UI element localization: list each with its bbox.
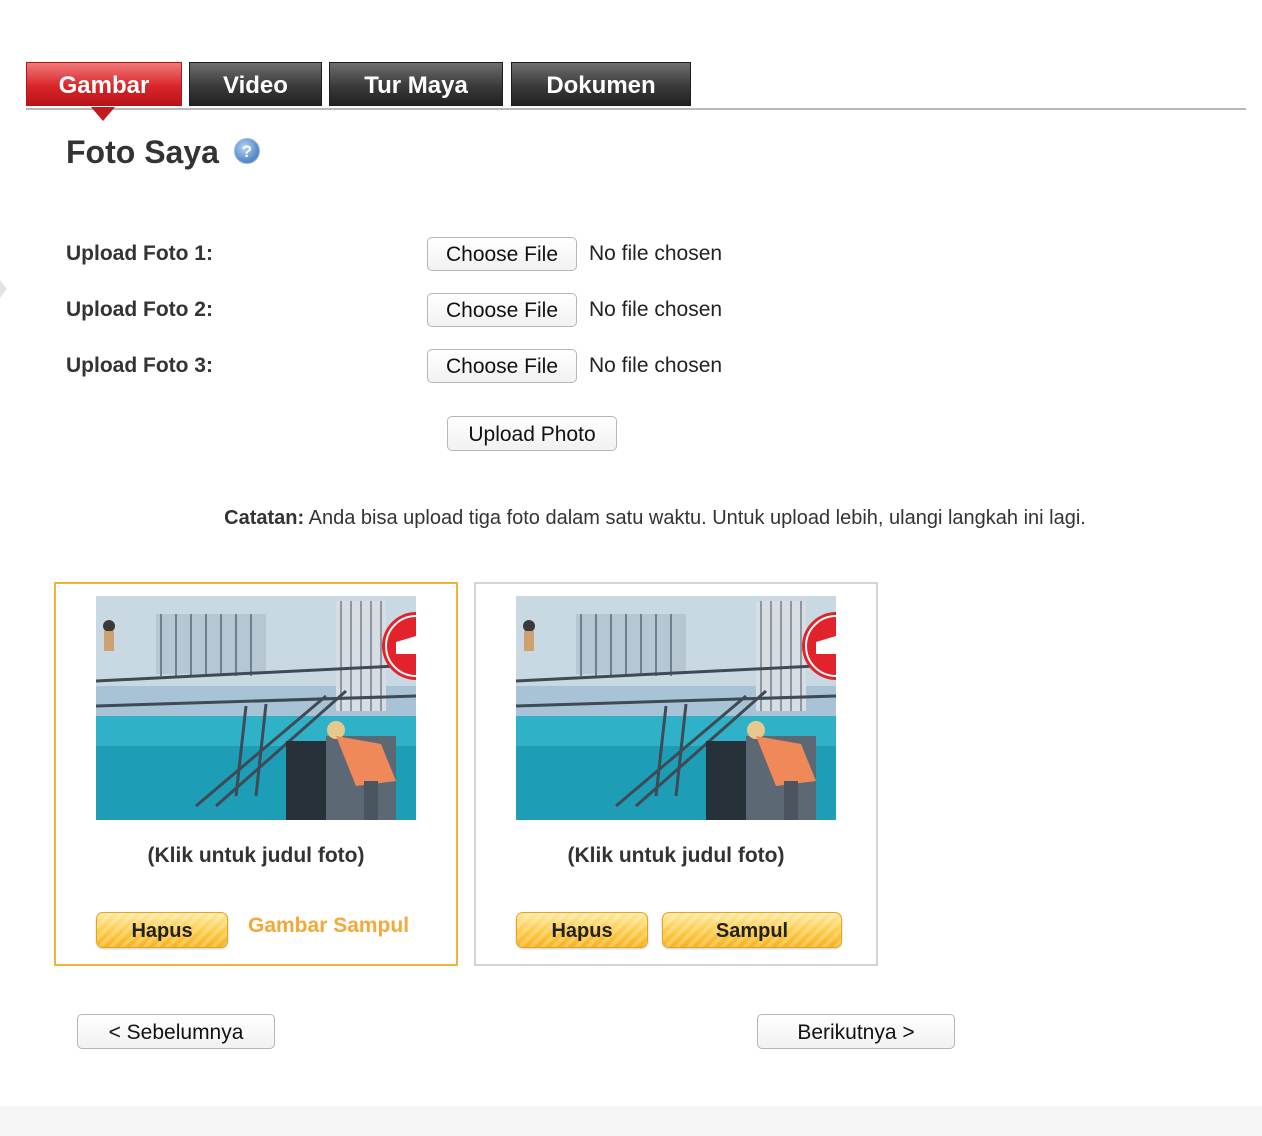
upload-label-2: Upload Foto 2: [66, 298, 213, 321]
file-status-3: No file chosen [589, 354, 723, 377]
tab-gambar[interactable]: Gambar [26, 62, 182, 121]
help-icon[interactable]: ? [234, 138, 260, 164]
media-tabs: Gambar Video Tur Maya Dokumen [26, 62, 1246, 121]
upload-photo-button[interactable]: Upload Photo [447, 416, 617, 451]
choose-file-button-3[interactable]: Choose File [427, 349, 577, 383]
choose-file-button-2[interactable]: Choose File [427, 293, 577, 327]
next-button[interactable]: Berikutnya > [757, 1014, 955, 1049]
set-cover-button[interactable]: Sampul [662, 912, 842, 948]
photo-thumbnail[interactable] [96, 596, 416, 820]
active-tab-pointer [91, 107, 115, 121]
photo-card: (Klik untuk judul foto) Hapus Sampul [474, 582, 878, 966]
tab-video-label: Video [223, 72, 288, 99]
page-footer-band [0, 1106, 1262, 1136]
file-status-1: No file chosen [589, 242, 723, 265]
tab-dokumen-label: Dokumen [546, 72, 656, 99]
photo-caption-link[interactable]: (Klik untuk judul foto) [476, 844, 876, 868]
choose-file-button-1[interactable]: Choose File [427, 237, 577, 271]
upload-label-1: Upload Foto 1: [66, 242, 213, 265]
tab-tur-maya-label: Tur Maya [364, 72, 468, 99]
delete-photo-button[interactable]: Hapus [516, 912, 648, 948]
page-title: Foto Saya [66, 134, 219, 170]
tab-dokumen[interactable]: Dokumen [511, 62, 691, 106]
previous-button[interactable]: < Sebelumnya [77, 1014, 275, 1049]
delete-photo-button[interactable]: Hapus [96, 912, 228, 948]
tab-video[interactable]: Video [189, 62, 322, 106]
tab-gambar-label: Gambar [58, 72, 150, 99]
side-marker [0, 280, 7, 298]
photo-card-cover: (Klik untuk judul foto) Hapus Gambar Sam… [54, 582, 458, 966]
photo-caption-link[interactable]: (Klik untuk judul foto) [56, 844, 456, 868]
upload-note: Catatan: Anda bisa upload tiga foto dala… [0, 507, 1262, 530]
tab-tur-maya[interactable]: Tur Maya [329, 62, 503, 106]
photo-thumbnail[interactable] [516, 596, 836, 820]
upload-label-3: Upload Foto 3: [66, 354, 213, 377]
note-text: Anda bisa upload tiga foto dalam satu wa… [304, 507, 1086, 529]
cover-photo-label: Gambar Sampul [248, 914, 410, 937]
file-status-2: No file chosen [589, 298, 723, 321]
note-prefix: Catatan: [224, 507, 305, 529]
